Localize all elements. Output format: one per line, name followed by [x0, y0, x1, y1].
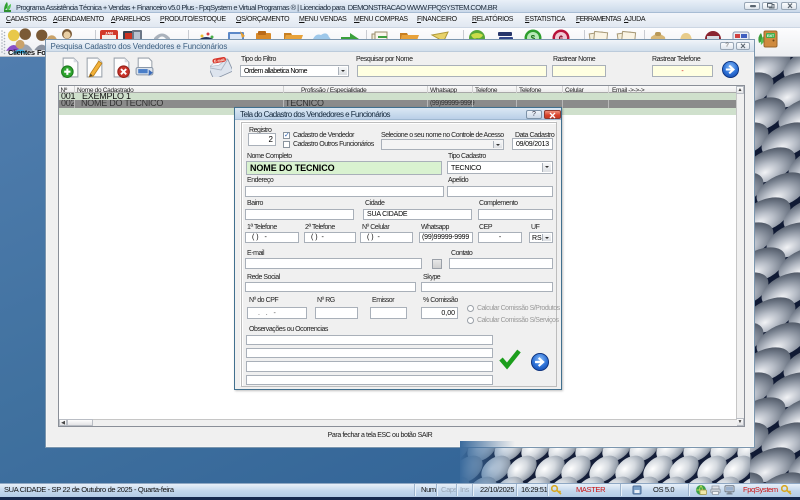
- svg-text:JAN: JAN: [105, 30, 113, 35]
- svg-text:EXIT: EXIT: [767, 34, 774, 38]
